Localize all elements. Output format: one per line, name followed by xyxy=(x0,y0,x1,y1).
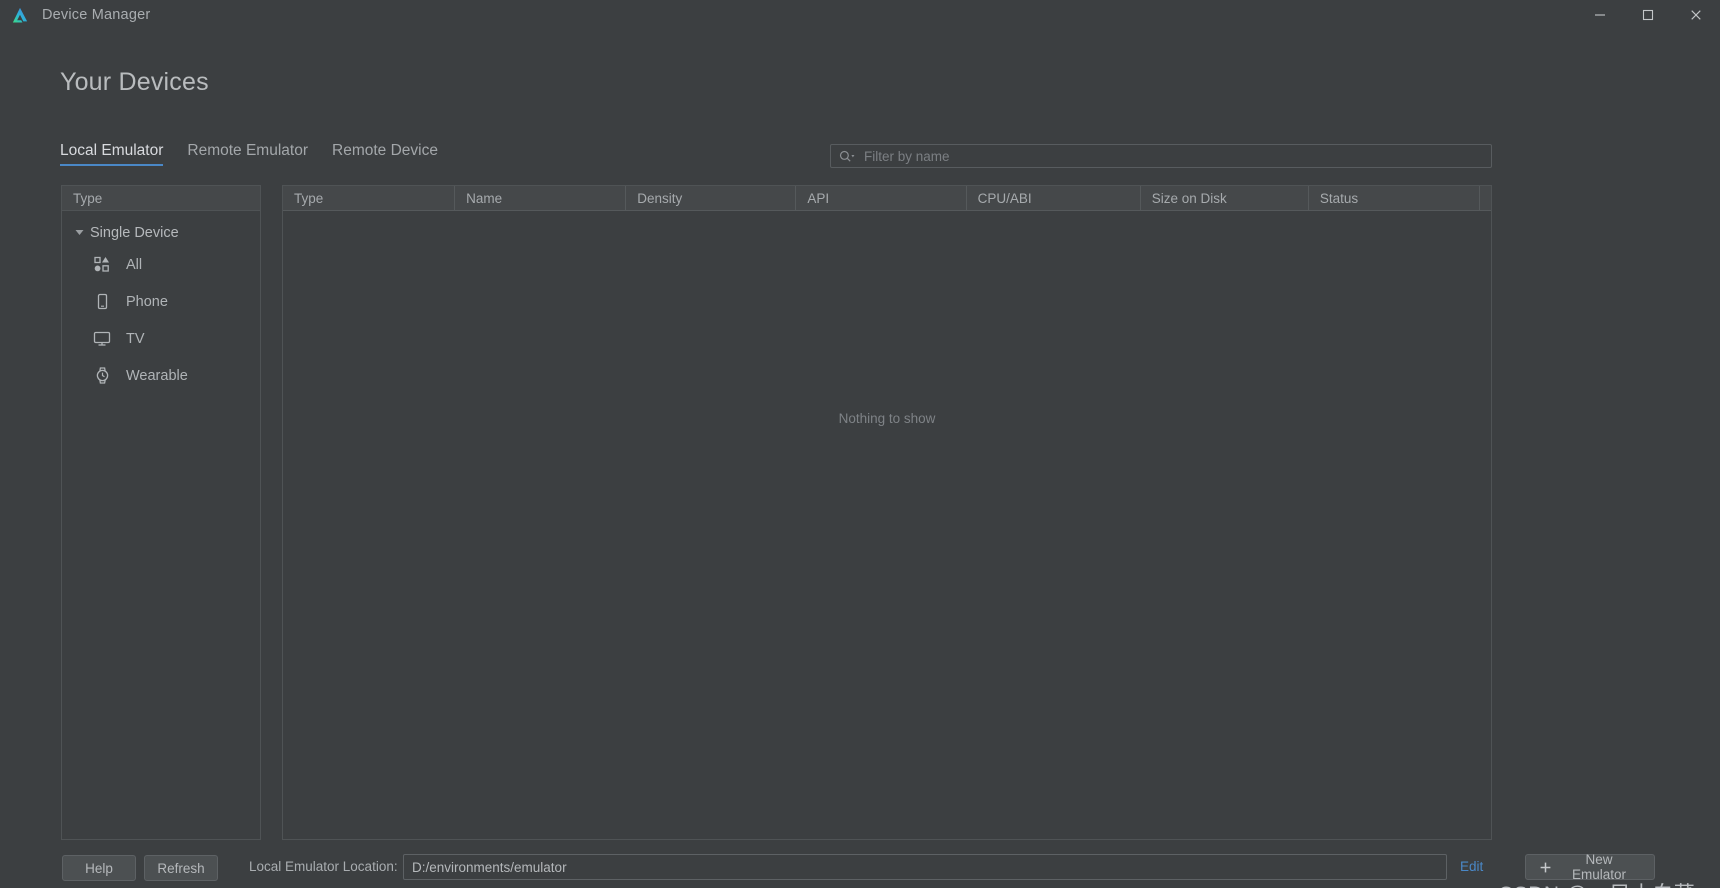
device-type-tree: Single Device All Phone TV Wearable xyxy=(62,211,260,394)
local-emulator-location-input[interactable] xyxy=(403,854,1447,880)
column-header-type[interactable]: Type xyxy=(283,186,456,210)
column-header-status[interactable]: Status xyxy=(1309,186,1480,210)
tv-icon xyxy=(92,329,112,349)
tab-remote-device[interactable]: Remote Device xyxy=(332,142,438,166)
column-header-actions[interactable]: Actions xyxy=(1480,186,1491,210)
type-sidebar: Type Single Device All Phone TV Wearable xyxy=(61,185,261,840)
phone-icon xyxy=(92,292,112,312)
chevron-down-icon[interactable] xyxy=(72,229,86,236)
refresh-button[interactable]: Refresh xyxy=(144,855,218,881)
sidebar-item-label: All xyxy=(126,256,143,273)
sidebar-item-label: Wearable xyxy=(126,367,188,384)
sidebar-item-label: TV xyxy=(126,330,145,347)
column-header-size-on-disk[interactable]: Size on Disk xyxy=(1141,186,1309,210)
shapes-grid-icon xyxy=(92,255,112,275)
column-header-density[interactable]: Density xyxy=(626,186,797,210)
tab-local-emulator[interactable]: Local Emulator xyxy=(60,142,164,166)
column-header-cpu-abi[interactable]: CPU/ABI xyxy=(967,186,1141,210)
close-button[interactable] xyxy=(1672,0,1720,30)
empty-state-message: Nothing to show xyxy=(838,411,936,426)
maximize-icon xyxy=(1642,9,1654,21)
title-bar: Device Manager xyxy=(0,0,1720,30)
local-emulator-location-label: Local Emulator Location: xyxy=(249,859,398,874)
table-header-row: Type Name Density API CPU/ABI Size on Di… xyxy=(283,185,1491,211)
device-manager-page: Your Devices Local Emulator Remote Emula… xyxy=(0,30,1720,888)
watch-icon xyxy=(92,366,112,386)
new-emulator-button[interactable]: New Emulator xyxy=(1525,852,1655,882)
filter-placeholder: Filter by name xyxy=(864,148,950,164)
sidebar-header: Type xyxy=(62,185,260,211)
sidebar-item-tv[interactable]: TV xyxy=(62,320,260,357)
page-title: Your Devices xyxy=(60,68,209,96)
column-header-name[interactable]: Name xyxy=(455,186,627,210)
device-table: Type Name Density API CPU/ABI Size on Di… xyxy=(282,185,1492,840)
table-body: Nothing to show xyxy=(283,211,1491,839)
tree-group-single-device[interactable]: Single Device xyxy=(62,219,260,246)
maximize-button[interactable] xyxy=(1624,0,1672,30)
minimize-button[interactable] xyxy=(1576,0,1624,30)
close-icon xyxy=(1691,10,1701,20)
filter-field[interactable]: Filter by name xyxy=(830,144,1492,168)
plus-icon xyxy=(1540,862,1551,873)
column-header-api[interactable]: API xyxy=(796,186,967,210)
watermark: CSDN @一只小白菜~ xyxy=(1498,878,1708,888)
search-icon xyxy=(839,150,855,163)
sidebar-item-label: Phone xyxy=(126,293,168,310)
help-button[interactable]: Help xyxy=(62,855,136,881)
edit-link[interactable]: Edit xyxy=(1460,859,1483,874)
window-title: Device Manager xyxy=(42,7,151,23)
bottom-bar: Help Refresh Local Emulator Location: Ed… xyxy=(0,850,1720,888)
minimize-icon xyxy=(1595,14,1605,16)
tree-group-label: Single Device xyxy=(90,224,179,241)
sidebar-item-wearable[interactable]: Wearable xyxy=(62,357,260,394)
tab-bar: Local Emulator Remote Emulator Remote De… xyxy=(60,142,438,166)
window-controls xyxy=(1576,0,1720,30)
android-studio-logo-icon xyxy=(12,7,28,23)
sidebar-item-phone[interactable]: Phone xyxy=(62,283,260,320)
sidebar-item-all[interactable]: All xyxy=(62,246,260,283)
tab-remote-emulator[interactable]: Remote Emulator xyxy=(187,142,308,166)
